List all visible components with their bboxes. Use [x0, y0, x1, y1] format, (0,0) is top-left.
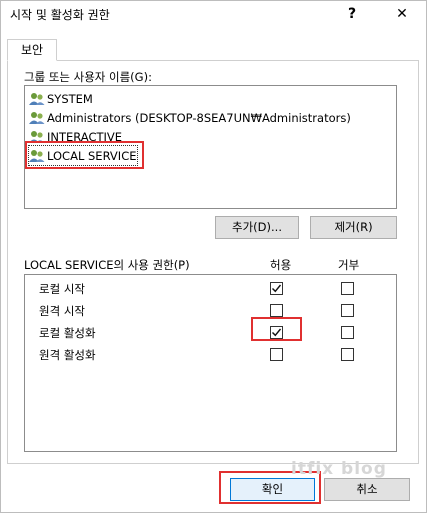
ok-button[interactable]: 확인 — [230, 478, 315, 501]
permissions-dialog: 시작 및 활성화 권한 ? ✕ 보안 그룹 또는 사용자 이름(G): SYST… — [0, 0, 427, 513]
permission-row: 로컬 시작 — [25, 278, 396, 300]
list-item-user[interactable]: Administrators (DESKTOP-8SEA7UN₩Administ… — [29, 108, 351, 127]
user-group-icon — [29, 92, 45, 106]
watermark-text: itfix blog — [291, 459, 387, 479]
deny-checkbox[interactable] — [341, 326, 354, 339]
permissions-label: LOCAL SERVICE의 사용 권한(P) — [24, 258, 190, 272]
permission-name: 원격 시작 — [39, 304, 85, 318]
allow-checkbox[interactable] — [270, 348, 283, 361]
users-label: 그룹 또는 사용자 이름(G): — [24, 70, 152, 84]
list-item-user[interactable]: SYSTEM — [29, 89, 93, 108]
title-bar: 시작 및 활성화 권한 ? ✕ — [1, 1, 426, 27]
security-panel: 그룹 또는 사용자 이름(G): SYSTEM Administrators (… — [7, 60, 419, 464]
permission-row: 원격 활성화 — [25, 344, 396, 366]
tab-security[interactable]: 보안 — [7, 39, 57, 61]
annotation-highlight-checkbox — [251, 317, 302, 341]
deny-column-header: 거부 — [338, 258, 360, 272]
allow-checkbox[interactable] — [270, 304, 283, 317]
remove-button[interactable]: 제거(R) — [310, 216, 397, 239]
annotation-highlight-user — [25, 141, 144, 169]
window-title: 시작 및 활성화 권한 — [10, 8, 110, 22]
checkmark-icon — [272, 284, 282, 293]
permission-row: 로컬 활성화 — [25, 322, 396, 344]
deny-checkbox[interactable] — [341, 348, 354, 361]
permission-name: 원격 활성화 — [39, 348, 96, 362]
user-name: Administrators (DESKTOP-8SEA7UN₩Administ… — [47, 110, 351, 125]
user-name: SYSTEM — [47, 91, 93, 106]
add-button[interactable]: 추가(D)... — [215, 216, 299, 239]
cancel-button[interactable]: 취소 — [324, 478, 410, 501]
permissions-list: 로컬 시작 원격 시작 로컬 활성화 원격 활성화 — [24, 274, 397, 452]
allow-column-header: 허용 — [270, 258, 292, 272]
close-button[interactable]: ✕ — [387, 3, 417, 25]
user-group-icon — [29, 111, 45, 125]
permission-name: 로컬 시작 — [39, 282, 85, 296]
allow-checkbox[interactable] — [270, 282, 283, 295]
deny-checkbox[interactable] — [341, 282, 354, 295]
deny-checkbox[interactable] — [341, 304, 354, 317]
permission-row: 원격 시작 — [25, 300, 396, 322]
help-button[interactable]: ? — [339, 3, 365, 25]
permission-name: 로컬 활성화 — [39, 326, 96, 340]
